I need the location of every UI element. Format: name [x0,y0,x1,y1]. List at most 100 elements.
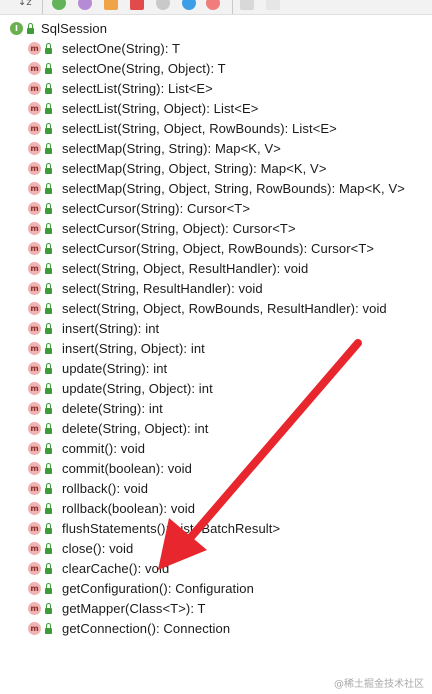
method-icon: m [28,61,41,75]
method-label: selectList(String): List<E> [62,80,213,96]
method-row[interactable]: m selectCursor(String, Object, RowBounds)… [28,238,374,258]
lock-icon [44,502,53,514]
lock-icon [44,122,53,134]
method-row[interactable]: m clearCache(): void [28,558,169,578]
method-icon: m [28,421,41,435]
method-label: update(String): int [62,360,168,376]
method-row[interactable]: m selectMap(String, Object, String): Map<… [28,158,327,178]
method-row[interactable]: m select(String, ResultHandler): void [28,278,263,298]
method-row[interactable]: m delete(String): int [28,398,163,418]
watermark-text: @稀土掘金技术社区 [334,679,424,690]
method-row[interactable]: m selectMap(String, Object, String, RowBo… [28,178,405,198]
method-row[interactable]: m update(String, Object): int [28,378,213,398]
field-filter-icon[interactable] [104,0,118,10]
lock-icon [44,182,53,194]
method-row[interactable]: m select(String, Object, ResultHandler): … [28,258,308,278]
method-row[interactable]: m selectOne(String, Object): T [28,58,226,78]
lock-icon [44,222,53,234]
method-icon: m [28,461,41,475]
method-label: selectCursor(String, Object): Cursor<T> [62,220,296,236]
method-label: selectCursor(String, Object, RowBounds):… [62,240,375,256]
method-row[interactable]: m insert(String): int [28,318,159,338]
method-label: selectOne(String): T [62,40,181,56]
method-row[interactable]: m commit(boolean): void [28,458,192,478]
interface-filter-icon[interactable] [52,0,66,10]
lock-icon [44,602,53,614]
lock-icon [44,422,53,434]
method-icon: m [28,261,41,275]
method-row[interactable]: m getConfiguration(): Configuration [28,578,254,598]
method-icon: m [28,41,41,55]
method-icon: m [28,321,41,335]
method-row[interactable]: m delete(String, Object): int [28,418,209,438]
method-row[interactable]: m getConnection(): Connection [28,618,230,638]
method-label: getConnection(): Connection [62,620,231,636]
method-icon: m [28,441,41,455]
lock-icon [44,522,53,534]
lock-icon [44,382,53,394]
method-row[interactable]: m rollback(): void [28,478,148,498]
method-icon: m [28,181,41,195]
method-icon: m [28,301,41,315]
method-row[interactable]: m selectList(String, Object): List<E> [28,98,258,118]
lambda-filter-icon-2[interactable] [206,0,220,10]
lock-icon [44,242,53,254]
method-row[interactable]: m commit(): void [28,438,145,458]
method-label: rollback(boolean): void [62,500,196,516]
method-row[interactable]: m update(String): int [28,358,167,378]
method-row[interactable]: m selectList(String, Object, RowBounds): … [28,118,337,138]
method-row[interactable]: m selectMap(String, String): Map<K, V> [28,138,281,158]
collapse-icon[interactable] [240,0,254,10]
method-label: selectList(String, Object, RowBounds): L… [62,120,337,136]
method-row[interactable]: m getMapper(Class<T>): T [28,598,206,618]
method-icon: m [28,201,41,215]
method-icon: m [28,601,41,615]
method-label: delete(String): int [62,400,163,416]
expand-icon[interactable] [266,0,280,10]
method-row[interactable]: m selectCursor(String, Object): Cursor<T> [28,218,296,238]
method-icon: m [28,101,41,115]
lock-icon [44,342,53,354]
lock-icon [44,202,53,214]
lambda-filter-icon[interactable] [182,0,196,10]
method-label: commit(): void [62,440,146,456]
method-icon: m [28,541,41,555]
lock-icon [44,402,53,414]
lock-filter-icon[interactable] [130,0,144,10]
method-row[interactable]: m selectCursor(String): Cursor<T> [28,198,250,218]
method-icon: m [28,561,41,575]
method-row[interactable]: m selectOne(String): T [28,38,180,58]
method-label: commit(boolean): void [62,460,192,476]
lock-icon [44,62,53,74]
method-row[interactable]: m rollback(boolean): void [28,498,195,518]
method-icon: m [28,341,41,355]
method-label: insert(String, Object): int [62,340,205,356]
method-row[interactable]: m close(): void [28,538,133,558]
method-row[interactable]: m flushStatements(): List<BatchResult> [28,518,280,538]
toolbar-separator [232,0,233,14]
lock-icon [44,362,53,374]
tree-node-sqlsession[interactable]: I SqlSession [10,18,107,38]
lock-icon [44,622,53,634]
method-label: update(String, Object): int [62,380,213,396]
property-filter-icon[interactable] [78,0,92,10]
circle-filter-icon[interactable] [156,0,170,10]
lock-icon [44,82,53,94]
method-label: clearCache(): void [62,560,170,576]
structure-toolbar: ↓z [0,0,432,15]
method-label: flushStatements(): List<BatchResult> [62,520,281,536]
method-icon: m [28,521,41,535]
method-label: getConfiguration(): Configuration [62,580,254,596]
sort-alpha-icon[interactable]: ↓z [18,0,32,8]
lock-icon [44,42,53,54]
lock-icon [44,582,53,594]
method-row[interactable]: m insert(String, Object): int [28,338,205,358]
method-row[interactable]: m select(String, Object, RowBounds, Resul… [28,298,387,318]
lock-icon [44,562,53,574]
method-label: select(String, Object, ResultHandler): v… [62,260,309,276]
method-icon: m [28,621,41,635]
method-icon: m [28,481,41,495]
method-row[interactable]: m selectList(String): List<E> [28,78,213,98]
method-label: close(): void [62,540,134,556]
method-label: getMapper(Class<T>): T [62,600,206,616]
